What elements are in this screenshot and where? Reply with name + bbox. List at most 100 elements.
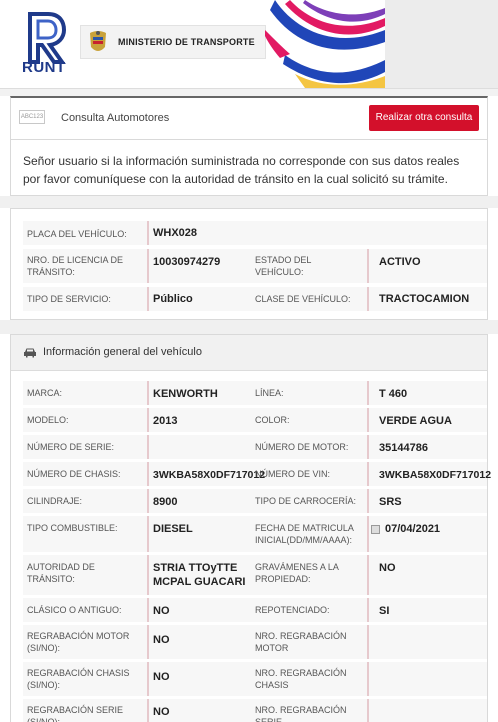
row-value: NO xyxy=(153,605,170,617)
decorative-waves xyxy=(265,0,385,88)
cell-divider xyxy=(147,625,149,659)
row-value: 2013 xyxy=(153,415,178,427)
cell-divider xyxy=(367,699,369,722)
cell-divider xyxy=(147,555,149,595)
cell-divider xyxy=(147,408,149,432)
coat-of-arms-icon xyxy=(90,31,106,51)
plate-icon: ABC123 xyxy=(19,110,45,124)
vehicle-info-card: Información general del vehículo MARCA: … xyxy=(10,334,491,722)
cell-divider xyxy=(367,489,369,513)
car-icon xyxy=(24,348,36,358)
row-label: NÚMERO DE CHASIS: xyxy=(27,469,121,479)
cell-divider xyxy=(147,221,149,245)
row-licencia: NRO. DE LICENCIA DE TRÁNSITO: 1003097427… xyxy=(23,249,487,283)
row-value: NO xyxy=(153,634,170,646)
row-label: NRO. REGRABACIÓN MOTOR xyxy=(255,631,347,653)
cell-divider xyxy=(147,287,149,311)
row-label: GRAVÁMENES A LA PROPIEDAD: xyxy=(255,562,339,584)
row-value: STRIA TTOyTTE MCPAL GUACARI xyxy=(153,562,246,588)
row-label: TIPO DE CARROCERÍA: xyxy=(255,496,357,506)
row-value: DIESEL xyxy=(153,523,193,535)
cell-divider xyxy=(367,249,369,283)
cell-divider xyxy=(147,381,149,405)
info-row: TIPO COMBUSTIBLE: DIESEL FECHA DE MATRIC… xyxy=(23,516,487,552)
row-label: MODELO: xyxy=(27,415,69,425)
info-row: MODELO: 2013 COLOR: VERDE AGUA xyxy=(23,408,487,432)
cell-divider xyxy=(147,699,149,722)
estado-value: ACTIVO xyxy=(379,256,421,268)
servicio-label: TIPO DE SERVICIO: xyxy=(27,294,111,304)
row-label: CILINDRAJE: xyxy=(27,496,83,506)
runt-brand: RUNT xyxy=(22,59,66,76)
row-value: VERDE AGUA xyxy=(379,415,452,427)
licencia-label: NRO. DE LICENCIA DE TRÁNSITO: xyxy=(27,255,124,277)
ministerio-logo: MINISTERIO DE TRANSPORTE xyxy=(80,25,266,59)
plate-summary-card: PLACA DEL VEHÍCULO: WHX028 NRO. DE LICEN… xyxy=(10,208,488,320)
row-value: 3WKBA58X0DF717012 xyxy=(153,469,266,481)
cell-divider xyxy=(367,462,369,486)
cell-divider xyxy=(367,625,369,659)
cell-divider xyxy=(367,555,369,595)
cell-divider xyxy=(147,489,149,513)
cell-divider xyxy=(147,435,149,459)
row-label: NRO. REGRABACIÓN CHASIS xyxy=(255,668,347,690)
header-divider xyxy=(0,88,498,96)
info-row: MARCA: KENWORTH LÍNEA: T 460 xyxy=(23,381,487,405)
clase-value: TRACTOCAMION xyxy=(379,293,470,305)
row-label: LÍNEA: xyxy=(255,388,284,398)
row-label: NÚMERO DE VIN: xyxy=(255,469,331,479)
info-row: CILINDRAJE: 8900 TIPO DE CARROCERÍA: SRS xyxy=(23,489,487,513)
row-label: NÚMERO DE SERIE: xyxy=(27,442,115,452)
cell-divider xyxy=(367,598,369,622)
row-servicio: TIPO DE SERVICIO: Público CLASE DE VEHÍC… xyxy=(23,287,487,311)
row-label: REGRABACIÓN CHASIS (SI/NO): xyxy=(27,668,130,690)
cell-divider xyxy=(147,662,149,696)
cell-divider xyxy=(147,249,149,283)
row-value: SI xyxy=(379,605,390,617)
info-row: NÚMERO DE CHASIS: 3WKBA58X0DF717012 NÚME… xyxy=(23,462,491,486)
calendar-icon xyxy=(371,525,380,534)
info-row: REGRABACIÓN CHASIS (SI/NO): NO NRO. REGR… xyxy=(23,662,487,696)
vehicle-info-title: Información general del vehículo xyxy=(43,346,202,358)
cell-divider xyxy=(367,662,369,696)
cell-divider xyxy=(147,462,149,486)
row-value: SRS xyxy=(379,496,402,508)
row-value: NO xyxy=(379,562,396,574)
header-right-panel xyxy=(385,0,498,88)
row-value: 35144786 xyxy=(379,442,428,454)
info-row: REGRABACIÓN MOTOR (SI/NO): NO NRO. REGRA… xyxy=(23,625,487,659)
cell-divider xyxy=(367,287,369,311)
spacer xyxy=(0,320,498,334)
cell-divider xyxy=(367,408,369,432)
row-label: CLÁSICO O ANTIGUO: xyxy=(27,605,122,615)
info-row: AUTORIDAD DE TRÁNSITO: STRIA TTOyTTE MCP… xyxy=(23,555,487,595)
row-label: NRO. REGRABACIÓN SERIE xyxy=(255,705,347,722)
row-label: REGRABACIÓN MOTOR (SI/NO): xyxy=(27,631,130,653)
row-label: FECHA DE MATRICULA INICIAL(DD/MM/AAAA): xyxy=(255,523,354,545)
row-value: 07/04/2021 xyxy=(385,523,441,535)
vehicle-info-header: Información general del vehículo xyxy=(11,335,487,371)
row-value: 8900 xyxy=(153,496,178,508)
row-value: 3WKBA58X0DF717012 xyxy=(379,469,492,481)
cell-divider xyxy=(147,516,149,552)
licencia-value: 10030974279 xyxy=(153,256,221,268)
placa-label: PLACA DEL VEHÍCULO: xyxy=(27,229,127,239)
row-label: COLOR: xyxy=(255,415,290,425)
cell-divider xyxy=(367,435,369,459)
row-value: KENWORTH xyxy=(153,388,218,400)
row-label: REGRABACIÓN SERIE (SI/NO): xyxy=(27,705,124,722)
cell-divider xyxy=(367,381,369,405)
row-label: AUTORIDAD DE TRÁNSITO: xyxy=(27,562,95,584)
ministerio-label: MINISTERIO DE TRANSPORTE xyxy=(118,37,255,47)
new-query-button[interactable]: Realizar otra consulta xyxy=(369,105,479,131)
cell-divider xyxy=(367,516,369,552)
row-value: NO xyxy=(153,671,170,683)
user-notice: Señor usuario si la información suminist… xyxy=(10,140,488,196)
row-label: MARCA: xyxy=(27,388,63,398)
row-label: REPOTENCIADO: xyxy=(255,605,330,615)
consulta-bar: ABC123 Consulta Automotores Realizar otr… xyxy=(10,96,488,140)
spacer xyxy=(0,196,498,208)
placa-value: WHX028 xyxy=(153,227,198,239)
clase-label: CLASE DE VEHÍCULO: xyxy=(255,294,351,304)
info-row: NÚMERO DE SERIE: NÚMERO DE MOTOR: 351447… xyxy=(23,435,487,459)
